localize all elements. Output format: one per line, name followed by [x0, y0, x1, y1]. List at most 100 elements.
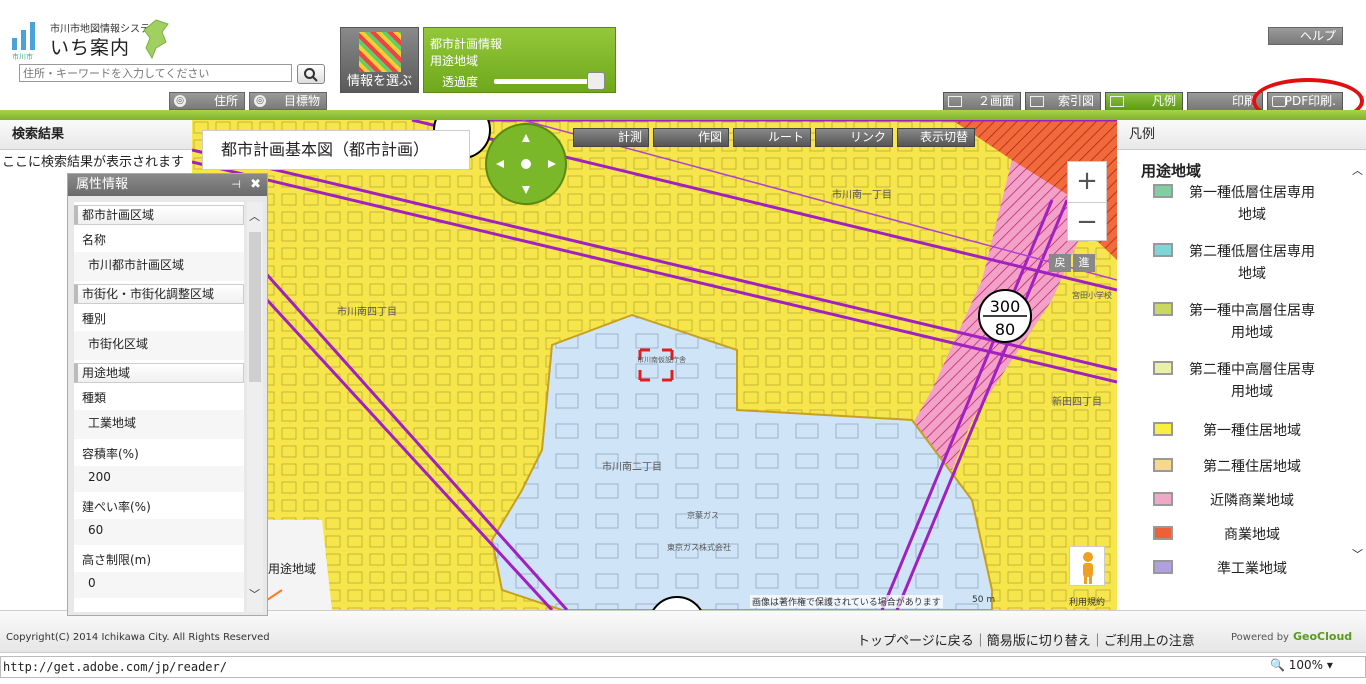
display-switch-button[interactable]: 表示切替 [897, 128, 975, 147]
place-label: 新田四丁目 [1052, 395, 1102, 408]
index-label: 索引図 [1057, 94, 1094, 108]
legend-label: 凡例 [1151, 94, 1176, 108]
map-scale: 50 m [972, 595, 996, 605]
map-copyright: 画像は著作権で保護されている場合があります [750, 595, 943, 608]
legend-section-title: 用途地域 [1141, 162, 1202, 180]
attr-value: 60 [74, 519, 244, 545]
address-search-button[interactable]: ◎ 住所 [169, 92, 245, 110]
attribute-scrollbar[interactable]: ︿ ﹀ [247, 202, 263, 612]
select-info-button[interactable]: 情報を選ぶ [340, 27, 419, 93]
draw-tool-button[interactable]: 作図 [653, 128, 729, 147]
measure-tool-button[interactable]: 計測 [573, 128, 649, 147]
app-name: いち案内 [50, 37, 131, 59]
place-label: 市川南仮設庁舎 [637, 355, 686, 364]
history-nav: 戻進 [1049, 254, 1099, 274]
geocloud-logo: GeoCloud [1293, 630, 1353, 643]
logo-icon [12, 22, 38, 50]
pin-icon[interactable]: ⊣ [231, 174, 241, 196]
city-mark: 市川市 [12, 53, 33, 61]
split-icon [948, 96, 962, 107]
legend-swatch [1153, 184, 1173, 198]
browser-status-bar: http://get.adobe.com/jp/reader/ 🔍 100% ▾ [0, 652, 1366, 684]
legend-swatch [1153, 526, 1173, 540]
chevron-down-icon[interactable]: ﹀ [249, 586, 260, 602]
footer-links[interactable]: トップページに戻る｜簡易版に切り替え｜ご利用上の注意 [857, 630, 1195, 649]
address-label: 住所 [213, 94, 238, 108]
split-label: ２画面 [977, 94, 1014, 108]
attribute-info-window[interactable]: 属性情報 ⊣ ✖ 都市計画区域 名称 市川都市計画区域 市街化・市街化調整区域 … [67, 173, 268, 616]
link-tool-button[interactable]: リンク [815, 128, 893, 147]
close-icon[interactable]: ✖ [250, 174, 261, 196]
route-tool-button[interactable]: ルート [733, 128, 811, 147]
zoom-percent: 100% [1288, 658, 1324, 672]
map-canvas[interactable]: 300 80 市川南一丁目 市川南四丁目 市川南二丁目 新田四丁目 宮田小学校 … [192, 120, 1117, 610]
chevron-down-icon[interactable]: ﹀ [1352, 546, 1363, 562]
coverage-ratio-label: 80 [995, 320, 1015, 339]
pan-control[interactable] [485, 123, 567, 205]
copyright-text: Copyright(C) 2014 Ichikawa City. All Rig… [6, 632, 270, 643]
map-layer-label: 用途地域 [268, 562, 317, 576]
legend-swatch [1153, 422, 1173, 436]
legend-title: 凡例 [1117, 120, 1366, 150]
landmark-search-button[interactable]: ◎ 目標物 [249, 92, 327, 110]
scroll-thumb[interactable] [249, 232, 261, 382]
legend-label: 近隣商業地域 [1210, 493, 1294, 509]
place-label: 市川南一丁目 [832, 188, 892, 201]
legend-swatch [1153, 560, 1173, 574]
attr-value: 市川都市計画区域 [74, 252, 244, 281]
legend-panel: 凡例 用途地域 第一種低層住居専用地域 第二種低層住居専用地域 第一種中高層住居専用… [1117, 120, 1366, 610]
status-url: http://get.adobe.com/jp/reader/ [0, 656, 1366, 678]
map-terms-link[interactable]: 利用規約 [1069, 595, 1105, 608]
active-layer-panel: 都市計画情報 用途地域 透過度 [423, 27, 616, 93]
help-button[interactable]: ヘルプ [1268, 27, 1343, 45]
chevron-up-icon[interactable]: ︿ [249, 208, 260, 224]
attr-key: 高さ制限(m) [82, 553, 152, 567]
powered-by-label: Powered by [1231, 632, 1289, 643]
header: 市川市地図情報システム いち案内 市川市 ◎ 住所 ◎ 目標物 情報を選ぶ 都市… [0, 0, 1366, 124]
magnifier-icon: 🔍 [1270, 658, 1285, 672]
draw-label: 作図 [697, 130, 722, 144]
transparency-slider-handle[interactable] [587, 72, 605, 90]
index-map-button[interactable]: 索引図 [1025, 92, 1101, 111]
map-view[interactable]: 300 80 市川南一丁目 市川南四丁目 市川南二丁目 新田四丁目 宮田小学校 … [192, 120, 1117, 610]
back-button[interactable]: 戻 [1049, 254, 1071, 272]
place-label: 宮田小学校 [1072, 290, 1112, 300]
legend-scrollbar[interactable]: ︿ ﹀ [1350, 162, 1364, 562]
search-icon [304, 68, 318, 82]
split-screen-button[interactable]: ２画面 [943, 92, 1021, 111]
search-button[interactable] [297, 64, 325, 84]
place-label: 市川南二丁目 [602, 460, 662, 473]
place-label: 京葉ガス [687, 510, 719, 520]
landmark-label: 目標物 [283, 94, 320, 108]
map-thumbnail-icon [359, 32, 401, 72]
forward-button[interactable]: 進 [1073, 254, 1095, 272]
legend-label: 第一種中高層住居専用地域 [1189, 303, 1315, 341]
section-header: 都市計画区域 [74, 205, 244, 225]
street-view-pegman-icon[interactable] [1069, 546, 1105, 586]
zoom-in-button[interactable]: + [1068, 162, 1106, 202]
footer: Copyright(C) 2014 Ichikawa City. All Rig… [0, 610, 1366, 652]
search-input[interactable] [19, 64, 292, 82]
layer-category: 都市計画情報 [430, 37, 503, 51]
city-silhouette-icon [143, 19, 169, 60]
route-label: ルート [767, 130, 804, 144]
legend-label: 第二種低層住居専用地域 [1189, 244, 1315, 282]
legend-swatch [1153, 243, 1173, 257]
attribute-info-title: 属性情報 [76, 177, 129, 192]
attr-key: 容積率(%) [82, 447, 139, 461]
zoom-level[interactable]: 🔍 100% ▾ [1270, 658, 1333, 672]
layer-name: 用途地域 [430, 54, 479, 68]
attr-value: 市街化区域 [74, 331, 244, 360]
legend-swatch [1153, 492, 1173, 506]
attr-value: 0 [74, 572, 244, 598]
legend-button[interactable]: 凡例 [1105, 92, 1183, 111]
chevron-up-icon[interactable]: ︿ [1352, 162, 1363, 178]
attr-key: 名称 [82, 233, 107, 247]
legend-label: 第一種住居地域 [1203, 423, 1301, 439]
legend-label: 第二種中高層住居専用地域 [1189, 362, 1315, 400]
attribute-list: 都市計画区域 名称 市川都市計画区域 市街化・市街化調整区域 種別 市街化区域 … [74, 202, 244, 612]
zoom-out-button[interactable]: − [1068, 203, 1106, 243]
map-title: 都市計画基本図（都市計画） [202, 130, 470, 170]
attribute-info-titlebar[interactable]: 属性情報 ⊣ ✖ [68, 174, 267, 196]
attr-key: 種別 [82, 312, 107, 326]
